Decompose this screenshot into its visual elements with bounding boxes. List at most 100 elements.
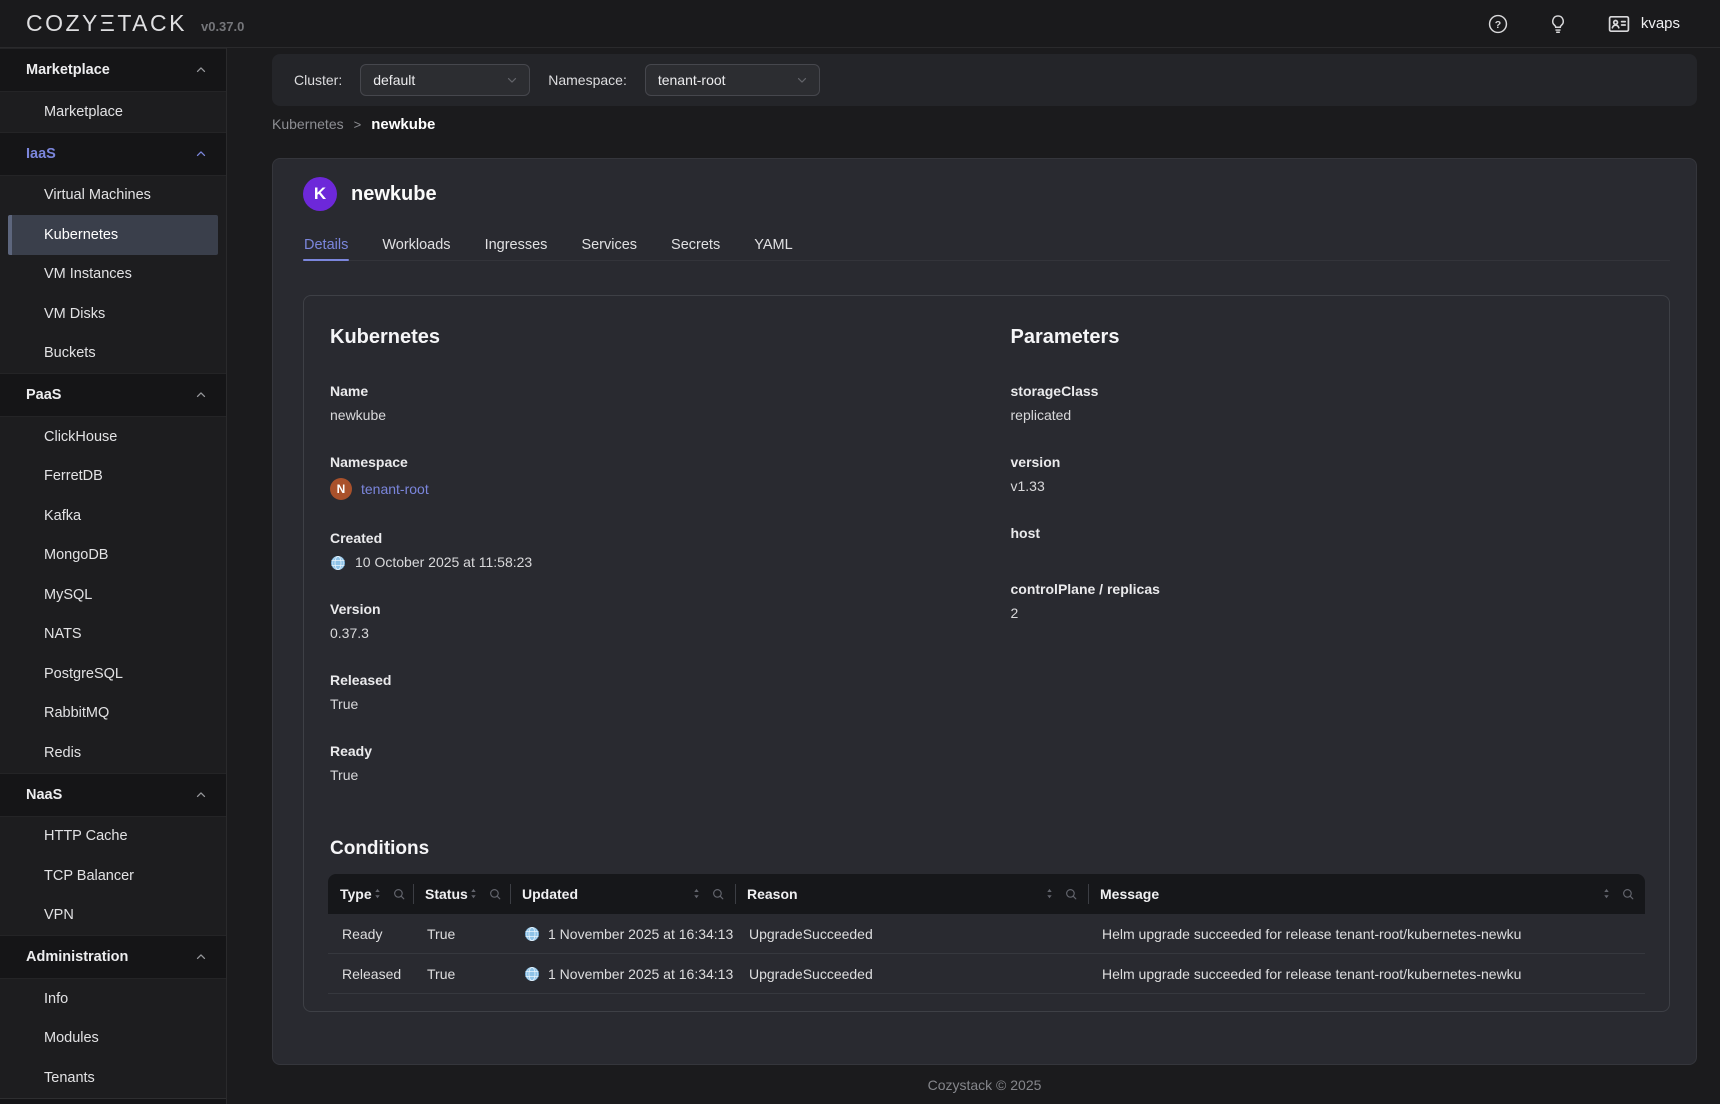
sidebar-item-buckets[interactable]: Buckets — [0, 334, 226, 374]
sidebar-group-header-marketplace[interactable]: Marketplace — [0, 48, 226, 92]
tab-secrets[interactable]: Secrets — [670, 229, 721, 260]
footer-copyright: Cozystack © 2025 — [272, 1065, 1697, 1104]
breadcrumb-current: newkube — [371, 116, 435, 133]
svg-text:?: ? — [1495, 18, 1501, 30]
search-icon[interactable] — [1064, 887, 1078, 901]
column-header-type[interactable]: Type — [328, 874, 413, 914]
search-icon[interactable] — [488, 887, 502, 901]
globe-icon — [524, 966, 540, 982]
search-icon[interactable] — [392, 887, 406, 901]
context-filters-bar: Cluster: default Namespace: tenant-root — [272, 54, 1697, 106]
namespace-select[interactable]: tenant-root — [645, 64, 820, 96]
sidebar-bottom-divider — [0, 1098, 226, 1104]
conditions-section: Conditions Type Status — [328, 838, 1645, 994]
sidebar-item-kafka[interactable]: Kafka — [0, 496, 226, 536]
help-icon[interactable]: ? — [1487, 13, 1509, 35]
sidebar-item-rabbitmq[interactable]: RabbitMQ — [0, 694, 226, 734]
sidebar-item-nats[interactable]: NATS — [0, 615, 226, 655]
sort-icon[interactable] — [691, 887, 702, 901]
sort-icon[interactable] — [372, 887, 383, 901]
field-version: Version 0.37.3 — [328, 601, 987, 642]
section-heading-kubernetes: Kubernetes — [330, 326, 987, 349]
id-badge-icon — [1607, 12, 1631, 36]
resource-card: K newkube Details Workloads Ingresses Se… — [272, 158, 1697, 1065]
chevron-up-icon — [194, 788, 208, 802]
sidebar: Marketplace Marketplace IaaS Virtual Mac… — [0, 48, 227, 1104]
sidebar-item-virtual-machines[interactable]: Virtual Machines — [0, 176, 226, 216]
chevron-up-icon — [194, 950, 208, 964]
resource-header: K newkube — [303, 177, 1670, 211]
globe-icon — [524, 926, 540, 942]
sidebar-item-vpn[interactable]: VPN — [0, 896, 226, 936]
sidebar-item-vm-instances[interactable]: VM Instances — [0, 255, 226, 295]
page-title: newkube — [351, 183, 437, 206]
main-content: Cluster: default Namespace: tenant-root … — [227, 48, 1720, 1104]
field-ready: Ready True — [328, 743, 987, 784]
cluster-select-value: default — [373, 72, 415, 88]
user-menu[interactable]: kvaps — [1607, 12, 1680, 36]
tab-services[interactable]: Services — [580, 229, 638, 260]
tab-workloads[interactable]: Workloads — [381, 229, 451, 260]
condition-row-released: Released True 1 November 2025 at 16:34:1… — [328, 954, 1645, 994]
sidebar-item-tenants[interactable]: Tenants — [0, 1058, 226, 1098]
namespace-select-value: tenant-root — [658, 72, 726, 88]
chevron-down-icon — [505, 73, 519, 87]
app-version: v0.37.0 — [201, 19, 244, 34]
chevron-down-icon — [795, 73, 809, 87]
sidebar-item-kubernetes[interactable]: Kubernetes — [8, 215, 218, 255]
app-logo[interactable]: COZYΞTACK — [26, 10, 187, 37]
sidebar-item-marketplace[interactable]: Marketplace — [0, 92, 226, 132]
sort-icon[interactable] — [1044, 887, 1055, 901]
conditions-table-header: Type Status Updated — [328, 874, 1645, 914]
globe-icon — [330, 555, 346, 571]
sidebar-item-info[interactable]: Info — [0, 979, 226, 1019]
cluster-label: Cluster: — [294, 72, 342, 88]
sidebar-group-header-administration[interactable]: Administration — [0, 935, 226, 979]
field-host: host — [1009, 525, 1646, 551]
sort-icon[interactable] — [468, 887, 479, 901]
search-icon[interactable] — [711, 887, 725, 901]
sidebar-item-tcp-balancer[interactable]: TCP Balancer — [0, 856, 226, 896]
sidebar-item-modules[interactable]: Modules — [0, 1019, 226, 1059]
search-icon[interactable] — [1621, 887, 1635, 901]
column-header-reason[interactable]: Reason — [735, 874, 1088, 914]
sidebar-item-ferretdb[interactable]: FerretDB — [0, 457, 226, 497]
cluster-select[interactable]: default — [360, 64, 530, 96]
field-controlplane-replicas: controlPlane / replicas 2 — [1009, 581, 1646, 622]
breadcrumb: Kubernetes > newkube — [272, 114, 1697, 134]
kubernetes-section: Kubernetes Name newkube Namespace N tena… — [328, 318, 987, 814]
sidebar-group-header-paas[interactable]: PaaS — [0, 373, 226, 417]
sidebar-item-redis[interactable]: Redis — [0, 733, 226, 773]
column-header-updated[interactable]: Updated — [510, 874, 735, 914]
namespace-badge: N — [330, 478, 352, 500]
sidebar-group-header-iaas[interactable]: IaaS — [0, 132, 226, 176]
topbar: COZYΞTACK v0.37.0 ? kvaps — [0, 0, 1720, 48]
lightbulb-theme-icon[interactable] — [1547, 13, 1569, 35]
sidebar-item-vm-disks[interactable]: VM Disks — [0, 294, 226, 334]
breadcrumb-separator: > — [354, 117, 362, 132]
namespace-label: Namespace: — [548, 72, 627, 88]
field-name: Name newkube — [328, 383, 987, 424]
chevron-up-icon — [194, 63, 208, 77]
tab-details[interactable]: Details — [303, 229, 349, 260]
sidebar-group-header-naas[interactable]: NaaS — [0, 773, 226, 817]
column-header-status[interactable]: Status — [413, 874, 510, 914]
sidebar-item-mongodb[interactable]: MongoDB — [0, 536, 226, 576]
username: kvaps — [1641, 15, 1680, 32]
sort-icon[interactable] — [1601, 887, 1612, 901]
sidebar-item-http-cache[interactable]: HTTP Cache — [0, 817, 226, 857]
field-k8s-version: version v1.33 — [1009, 454, 1646, 495]
field-created: Created 10 October 2025 at 11:58:23 — [328, 530, 987, 571]
sidebar-item-clickhouse[interactable]: ClickHouse — [0, 417, 226, 457]
breadcrumb-kubernetes-link[interactable]: Kubernetes — [272, 116, 344, 132]
tab-ingresses[interactable]: Ingresses — [484, 229, 549, 260]
condition-row-ready: Ready True 1 November 2025 at 16:34:13 U… — [328, 914, 1645, 954]
kubernetes-avatar: K — [303, 177, 337, 211]
topbar-actions: ? kvaps — [1487, 12, 1680, 36]
parameters-section: Parameters storageClass replicated versi… — [987, 318, 1646, 814]
namespace-link[interactable]: tenant-root — [361, 481, 429, 498]
column-header-message[interactable]: Message — [1088, 874, 1645, 914]
sidebar-item-postgresql[interactable]: PostgreSQL — [0, 654, 226, 694]
sidebar-item-mysql[interactable]: MySQL — [0, 575, 226, 615]
tab-yaml[interactable]: YAML — [753, 229, 793, 260]
